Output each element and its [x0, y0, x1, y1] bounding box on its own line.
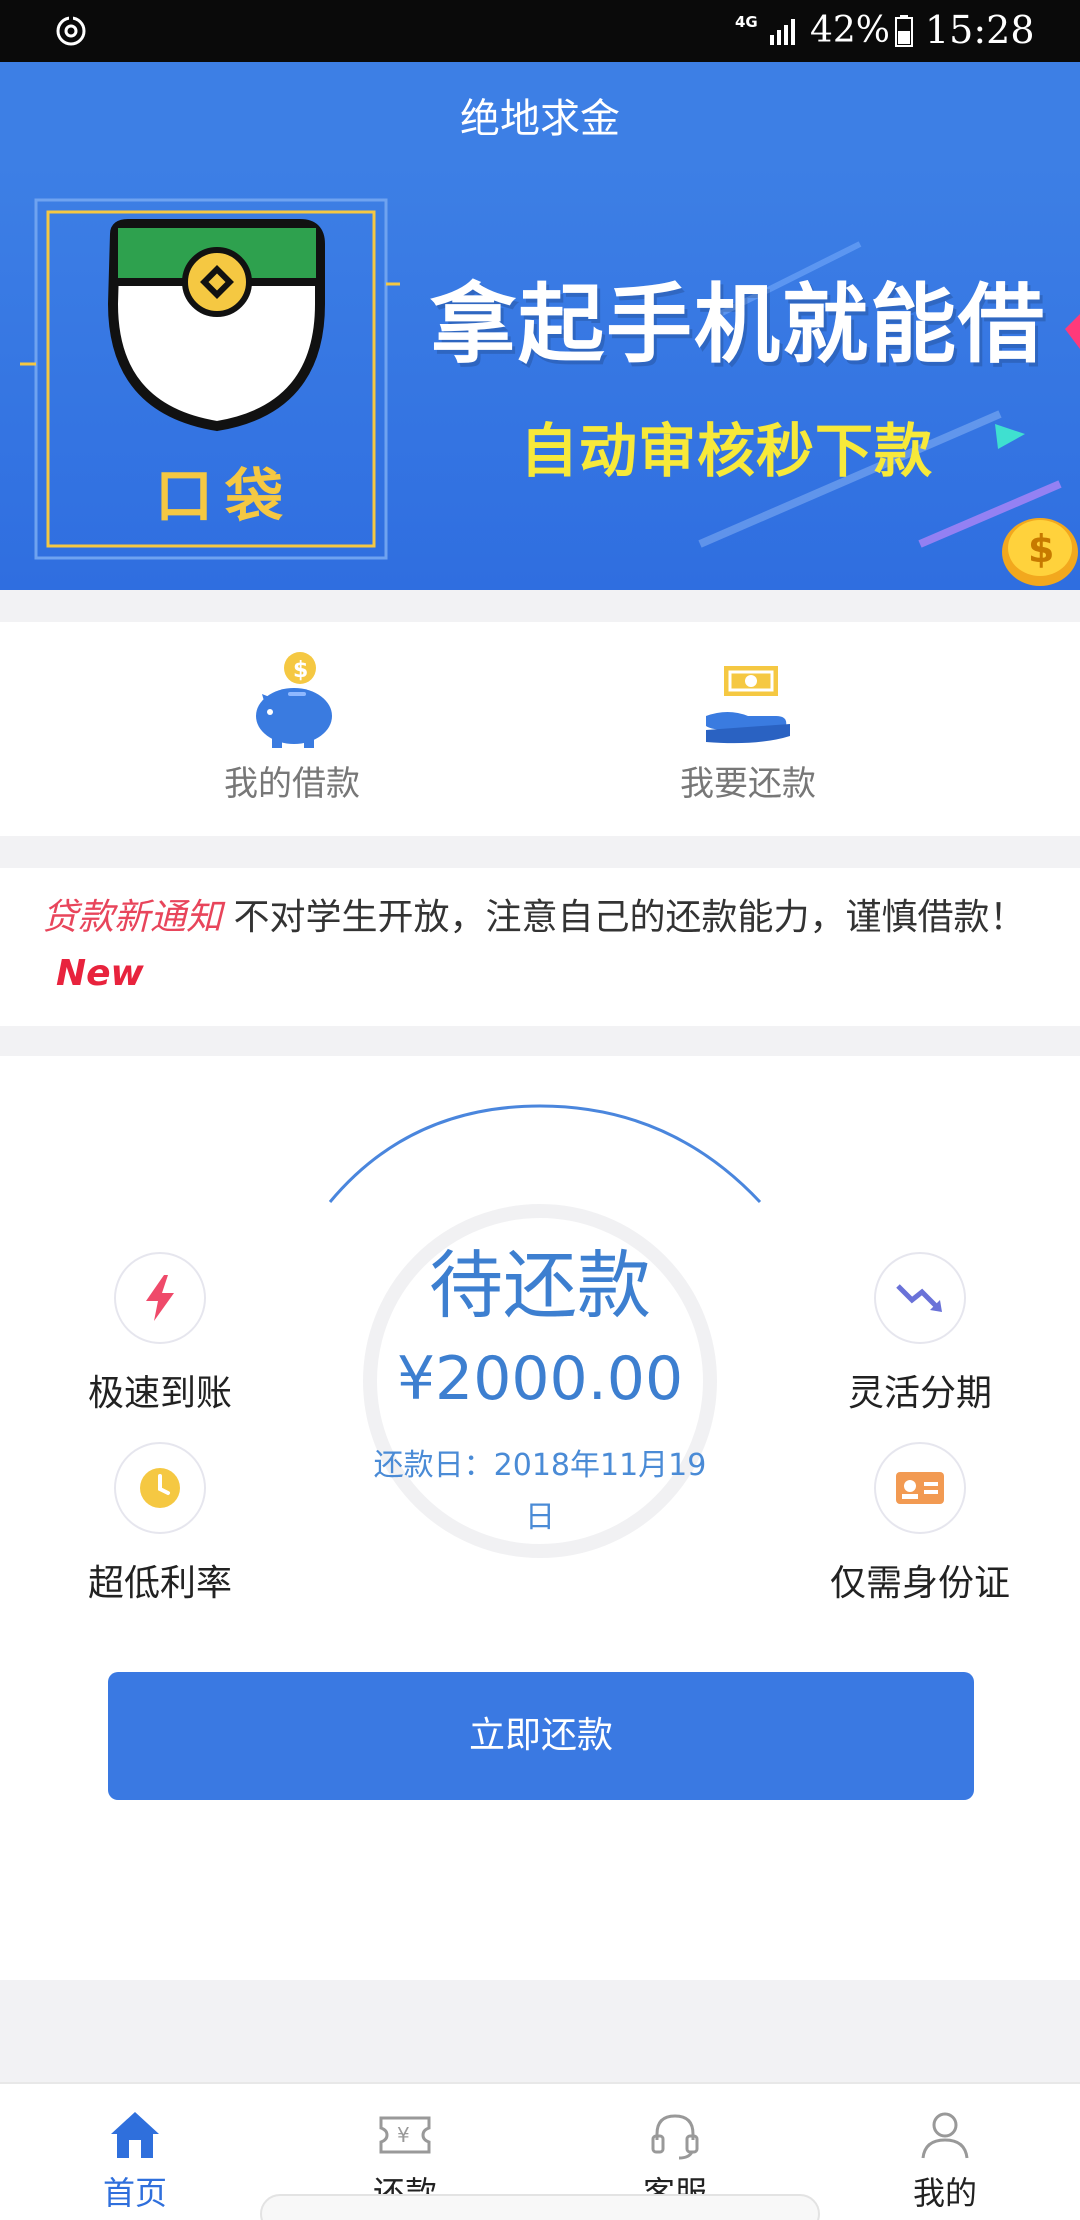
banner-headline: 拿起手机就能借: [430, 275, 1046, 375]
signal-icon: [770, 19, 795, 45]
feature-low-rate-label: 超低利率: [87, 1563, 232, 1604]
due-date: 还款日：2018年11月19日: [373, 1448, 707, 1535]
headset-icon: [651, 2114, 699, 2160]
id-card-icon: [874, 1442, 966, 1534]
user-icon: [921, 2112, 969, 2159]
pocket-logo-icon: [107, 219, 325, 432]
repay-shortcut-label: 我要还款: [680, 764, 816, 804]
loan-card: 极速到账 超低利率 灵活分期 仅需身份证 待还款 ¥2000.00 还款日：20…: [0, 1056, 1080, 1980]
svg-text:$: $: [293, 658, 308, 683]
svg-text:¥: ¥: [397, 2123, 410, 2147]
gesture-bar[interactable]: [260, 2194, 820, 2220]
page: 4G 42% 15:28 绝地求金 $ 拿起手机就能借 自动审核秒下款 口袋 $…: [0, 0, 1080, 2220]
sync-icon: [56, 16, 86, 46]
repay-now-button[interactable]: 立即还款: [108, 1672, 974, 1800]
notice-tag: 贷款新通知: [42, 897, 223, 938]
quick-actions: $ 我的借款 我要还款: [0, 622, 1080, 836]
promo-banner[interactable]: $ 拿起手机就能借 自动审核秒下款 口袋: [0, 164, 1080, 590]
new-badge: New: [56, 953, 144, 994]
nav-home-label: 首页: [102, 2174, 167, 2212]
network-type: 4G: [735, 13, 758, 31]
feature-low-rate: 超低利率: [40, 1442, 280, 1606]
coin-icon: $: [1002, 518, 1078, 586]
svg-text:$: $: [1028, 527, 1054, 571]
banner-logo-text: 口袋: [155, 462, 296, 530]
loan-status: 待还款: [429, 1243, 651, 1329]
status-bar: 4G 42% 15:28: [0, 0, 1080, 62]
page-title: 绝地求金: [460, 96, 620, 142]
piggy-bank-icon: $: [256, 652, 332, 748]
feature-id-only: 仅需身份证: [800, 1442, 1040, 1606]
nav-profile[interactable]: 我的: [810, 2084, 1080, 2220]
ticket-icon: ¥: [379, 2116, 431, 2154]
loan-notice[interactable]: 贷款新通知 不对学生开放，注意自己的还款能力，谨慎借款！ New: [0, 868, 1080, 1026]
clock: 15:28: [925, 8, 1035, 52]
app-header: 绝地求金: [0, 62, 1080, 164]
notice-text: 不对学生开放，注意自己的还款能力，谨慎借款！: [233, 897, 1026, 938]
battery-percent: 42%: [810, 10, 891, 51]
battery-icon: [895, 15, 913, 47]
feature-id-label: 仅需身份证: [829, 1563, 1010, 1604]
nav-home[interactable]: 首页: [0, 2084, 270, 2220]
home-icon: [111, 2112, 159, 2158]
hand-money-icon: [706, 666, 790, 744]
loan-amount: ¥2000.00: [396, 1344, 684, 1414]
repay-now-shortcut[interactable]: 我要还款: [478, 622, 1018, 836]
banner-subline: 自动审核秒下款: [520, 417, 934, 485]
nav-profile-label: 我的: [912, 2174, 977, 2212]
clock-icon: [114, 1442, 206, 1534]
